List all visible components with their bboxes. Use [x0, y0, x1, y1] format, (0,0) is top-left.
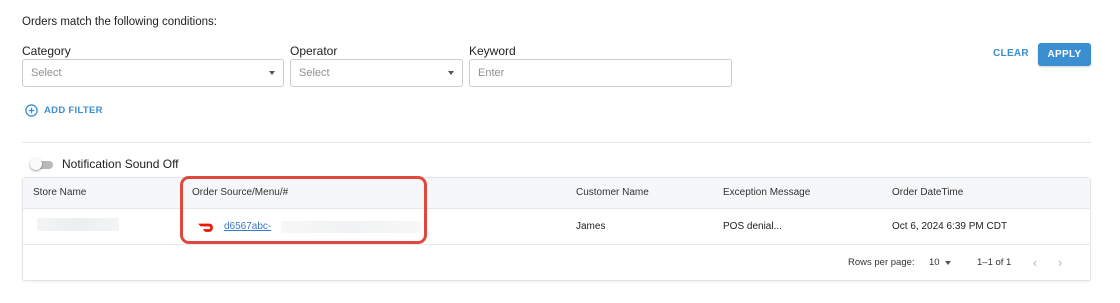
column-header-store-name: Store Name — [33, 187, 87, 198]
doordash-icon — [198, 223, 213, 232]
chevron-down-icon — [269, 71, 275, 75]
column-header-exception-message: Exception Message — [723, 187, 811, 198]
divider — [22, 142, 1091, 143]
table-header-row: Store Name Order Source/Menu/# Customer … — [23, 178, 1090, 209]
orders-table: Store Name Order Source/Menu/# Customer … — [22, 177, 1091, 281]
previous-page-button[interactable]: ‹ — [1028, 256, 1042, 270]
column-header-order-datetime: Order DateTime — [892, 187, 964, 198]
chevron-down-icon — [448, 71, 454, 75]
keyword-label: Keyword — [469, 44, 516, 58]
operator-select[interactable]: Select — [290, 59, 463, 87]
category-select-value: Select — [31, 67, 62, 79]
next-page-button[interactable]: › — [1053, 256, 1067, 270]
customer-name-cell: James — [576, 221, 606, 232]
order-detail-redacted — [281, 221, 421, 233]
clear-button[interactable]: CLEAR — [988, 44, 1034, 64]
order-datetime-cell: Oct 6, 2024 6:39 PM CDT — [892, 221, 1008, 232]
rows-per-page-select[interactable]: 10 — [929, 245, 940, 281]
pagination-range: 1–1 of 1 — [977, 257, 1012, 268]
add-filter-button[interactable]: ADD FILTER — [25, 102, 103, 118]
order-id-link[interactable]: d6567abc- — [224, 209, 271, 245]
rows-per-page-label: Rows per page: — [848, 257, 915, 268]
plus-circle-icon — [25, 103, 38, 117]
column-header-order-source: Order Source/Menu/# — [192, 187, 289, 198]
category-label: Category — [22, 44, 71, 58]
store-name-redacted — [37, 218, 119, 231]
notification-sound-label: Notification Sound Off — [62, 157, 179, 171]
operator-select-value: Select — [299, 67, 330, 79]
filter-intro: Orders match the following conditions: — [22, 16, 217, 28]
notification-sound-toggle[interactable] — [30, 158, 53, 170]
keyword-input-placeholder: Enter — [478, 67, 505, 79]
add-filter-label: ADD FILTER — [44, 104, 103, 116]
table-row[interactable]: d6567abc- James POS denial... Oct 6, 202… — [23, 209, 1090, 245]
chevron-down-icon — [945, 261, 951, 265]
operator-label: Operator — [290, 44, 338, 58]
category-select[interactable]: Select — [22, 59, 284, 87]
column-header-customer-name: Customer Name — [576, 187, 649, 198]
keyword-input[interactable]: Enter — [469, 59, 732, 87]
toggle-thumb — [30, 158, 42, 170]
exception-message-cell: POS denial... — [723, 221, 782, 232]
apply-button[interactable]: APPLY — [1038, 43, 1091, 66]
table-pagination: Rows per page: 10 1–1 of 1 ‹ › — [23, 245, 1090, 281]
